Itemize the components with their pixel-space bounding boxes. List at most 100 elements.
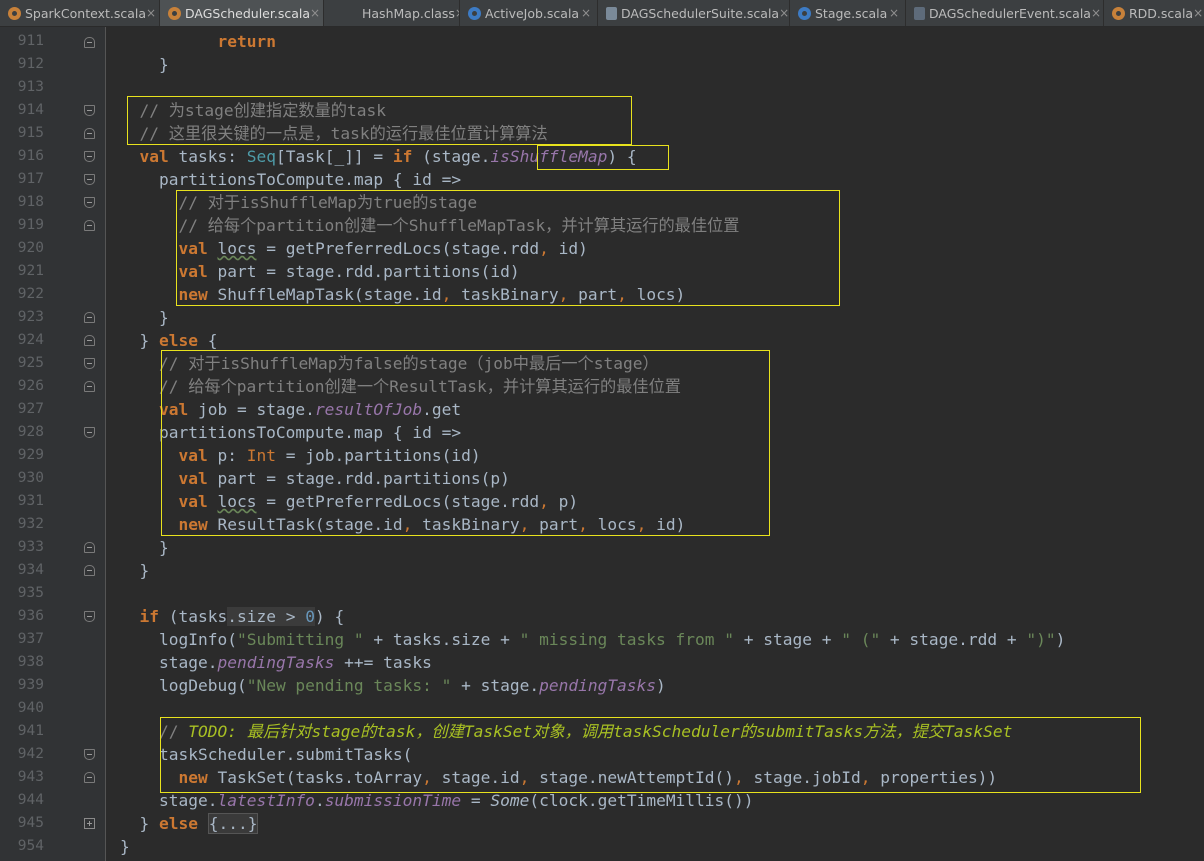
close-icon[interactable]: × bbox=[310, 6, 320, 20]
fold-end-icon[interactable] bbox=[84, 312, 95, 323]
fold-start-icon[interactable] bbox=[84, 749, 95, 760]
code-line[interactable]: stage.pendingTasks ++= tasks bbox=[120, 651, 1200, 674]
code-line[interactable]: logDebug("New pending tasks: " + stage.p… bbox=[120, 674, 1200, 697]
fold-expand-icon[interactable] bbox=[84, 818, 95, 829]
close-icon[interactable]: × bbox=[581, 6, 591, 20]
close-icon[interactable]: × bbox=[146, 6, 156, 20]
fold-end-icon[interactable] bbox=[84, 37, 95, 48]
fold-end-icon[interactable] bbox=[84, 335, 95, 346]
comma: , bbox=[734, 768, 744, 787]
code-line[interactable]: new ShuffleMapTask(stage.id, taskBinary,… bbox=[120, 283, 1200, 306]
code-line[interactable]: if (tasks.size > 0) { bbox=[120, 605, 1200, 628]
tab-hashmap[interactable]: HashMap.class × bbox=[324, 0, 460, 26]
close-icon[interactable]: × bbox=[1091, 6, 1101, 20]
fold-start-icon[interactable] bbox=[84, 611, 95, 622]
line-number: 934 bbox=[17, 562, 44, 578]
code-line[interactable]: partitionsToCompute.map { id => bbox=[120, 421, 1200, 444]
code-text: stage.newAttemptId() bbox=[529, 768, 735, 787]
scala-class-icon bbox=[606, 6, 617, 20]
comment: // 这里很关键的一点是，task的运行最佳位置计算算法 bbox=[139, 124, 548, 143]
code-text: TaskSet(tasks.toArray bbox=[207, 768, 423, 787]
code-line[interactable]: taskScheduler.submitTasks( bbox=[120, 743, 1200, 766]
line-number: 917 bbox=[17, 171, 44, 187]
code-line[interactable]: return bbox=[120, 30, 1200, 53]
code-line[interactable]: val job = stage.resultOfJob.get bbox=[120, 398, 1200, 421]
code-line[interactable]: // 给每个partition创建一个ResultTask，并计算其运行的最佳位… bbox=[120, 375, 1200, 398]
line-number: 930 bbox=[17, 470, 44, 486]
code-line[interactable]: val locs = getPreferredLocs(stage.rdd, i… bbox=[120, 237, 1200, 260]
code-line[interactable]: // 对于isShuffleMap为true的stage bbox=[120, 191, 1200, 214]
code-text: (tasks bbox=[159, 607, 228, 626]
code-line[interactable]: val part = stage.rdd.partitions(p) bbox=[120, 467, 1200, 490]
tab-dagschedulerevent[interactable]: DAGSchedulerEvent.scala × bbox=[906, 0, 1104, 26]
code-line[interactable]: logInfo("Submitting " + tasks.size + " m… bbox=[120, 628, 1200, 651]
fold-end-icon[interactable] bbox=[84, 128, 95, 139]
fold-end-icon[interactable] bbox=[84, 565, 95, 576]
comma: , bbox=[617, 285, 627, 304]
tab-activejob[interactable]: ActiveJob.scala × bbox=[460, 0, 598, 26]
folded-region[interactable]: {...} bbox=[207, 813, 259, 834]
code-line[interactable] bbox=[120, 76, 1200, 99]
fold-start-icon[interactable] bbox=[84, 427, 95, 438]
fold-end-icon[interactable] bbox=[84, 381, 95, 392]
code-line[interactable]: // 给每个partition创建一个ShuffleMapTask，并计算其运行… bbox=[120, 214, 1200, 237]
fold-end-icon[interactable] bbox=[84, 542, 95, 553]
code-line[interactable]: new ResultTask(stage.id, taskBinary, par… bbox=[120, 513, 1200, 536]
code-line[interactable]: } bbox=[120, 53, 1200, 76]
tab-dagscheduler[interactable]: DAGScheduler.scala × bbox=[160, 0, 324, 26]
code-text: part bbox=[529, 515, 579, 534]
fold-start-icon[interactable] bbox=[84, 358, 95, 369]
code-line[interactable] bbox=[120, 697, 1200, 720]
code-text: partitionsToCompute.map { id => bbox=[158, 423, 462, 442]
code-line[interactable]: // 为stage创建指定数量的task bbox=[120, 99, 1200, 122]
comment: // 为stage创建指定数量的task bbox=[139, 101, 386, 120]
code-line[interactable]: val part = stage.rdd.partitions(id) bbox=[120, 260, 1200, 283]
line-number: 954 bbox=[17, 838, 44, 854]
tab-label: DAGSchedulerEvent.scala bbox=[929, 5, 1091, 21]
line-number: 940 bbox=[17, 700, 44, 716]
close-icon[interactable]: × bbox=[1193, 6, 1203, 20]
code-line[interactable]: } bbox=[120, 306, 1200, 329]
tab-stage[interactable]: Stage.scala × bbox=[790, 0, 906, 26]
code-line[interactable]: } bbox=[120, 835, 1200, 858]
code-text: = bbox=[461, 791, 491, 810]
keyword: new bbox=[178, 768, 208, 787]
code-text: . bbox=[314, 791, 325, 810]
code-text: } bbox=[139, 814, 159, 833]
code-line[interactable]: } bbox=[120, 536, 1200, 559]
line-number: 911 bbox=[17, 33, 44, 49]
tab-rdd[interactable]: RDD.scala × bbox=[1104, 0, 1204, 26]
code-line[interactable]: partitionsToCompute.map { id => bbox=[120, 168, 1200, 191]
close-icon[interactable]: × bbox=[889, 6, 899, 20]
code-line[interactable]: // TODO: 最后针对stage的task，创建TaskSet对象，调用ta… bbox=[120, 720, 1200, 743]
code-line[interactable]: // 对于isShuffleMap为false的stage（job中最后一个st… bbox=[120, 352, 1200, 375]
line-number: 942 bbox=[17, 746, 44, 762]
code-line[interactable]: } else { bbox=[120, 329, 1200, 352]
fold-end-icon[interactable] bbox=[84, 772, 95, 783]
code-line[interactable]: } else {...} bbox=[120, 812, 1200, 835]
code-line[interactable]: new TaskSet(tasks.toArray, stage.id, sta… bbox=[120, 766, 1200, 789]
code-line[interactable]: // 这里很关键的一点是，task的运行最佳位置计算算法 bbox=[120, 122, 1200, 145]
code-line[interactable]: val p: Int = job.partitions(id) bbox=[120, 444, 1200, 467]
variable: locs bbox=[217, 492, 257, 511]
fold-start-icon[interactable] bbox=[84, 151, 95, 162]
scala-trait-icon bbox=[914, 6, 925, 20]
code-line[interactable]: val tasks: Seq[Task[_]] = if (stage.isSh… bbox=[120, 145, 1200, 168]
code-text: ) bbox=[1055, 630, 1066, 649]
code-line[interactable]: stage.latestInfo.submissionTime = Some(c… bbox=[120, 789, 1200, 812]
fold-start-icon[interactable] bbox=[84, 105, 95, 116]
code-text: + stage + bbox=[734, 630, 842, 649]
fold-start-icon[interactable] bbox=[84, 197, 95, 208]
line-number: 915 bbox=[17, 125, 44, 141]
line-number: 939 bbox=[17, 677, 44, 693]
code-line[interactable]: } bbox=[120, 559, 1200, 582]
code-line[interactable]: val locs = getPreferredLocs(stage.rdd, p… bbox=[120, 490, 1200, 513]
fold-start-icon[interactable] bbox=[84, 174, 95, 185]
fold-end-icon[interactable] bbox=[84, 220, 95, 231]
tab-sparkcontext[interactable]: SparkContext.scala × bbox=[0, 0, 160, 26]
code-line[interactable] bbox=[120, 582, 1200, 605]
close-icon[interactable]: × bbox=[779, 6, 789, 20]
line-number: 945 bbox=[17, 815, 44, 831]
tab-dagschedulersuite[interactable]: DAGSchedulerSuite.scala × bbox=[598, 0, 790, 26]
keyword: val bbox=[139, 147, 169, 166]
